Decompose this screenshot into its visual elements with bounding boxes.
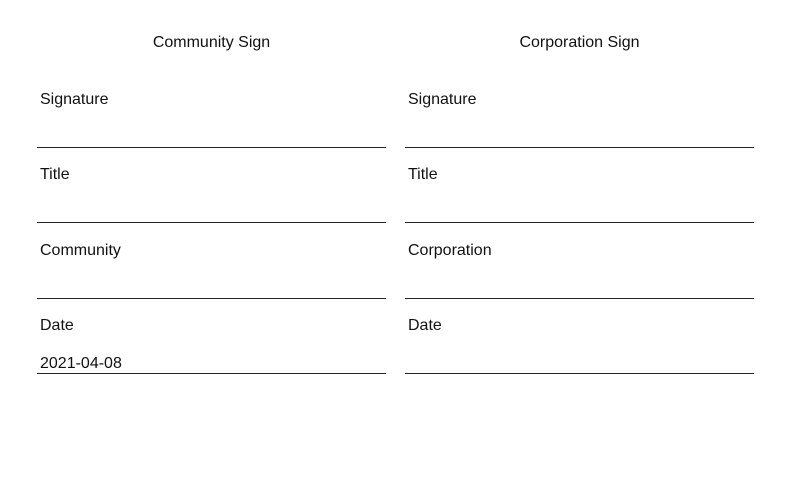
community-signature-label: Signature bbox=[40, 91, 109, 108]
corporation-sign-heading: Corporation Sign bbox=[519, 34, 640, 51]
corporation-title-field[interactable]: Title bbox=[405, 165, 754, 241]
corporation-signature-field[interactable]: Signature bbox=[405, 90, 754, 166]
corporation-name-field[interactable]: Corporation bbox=[405, 241, 754, 317]
corporation-date-field[interactable]: Date bbox=[405, 316, 754, 392]
corporation-date-label: Date bbox=[408, 317, 442, 334]
corporation-title-label: Title bbox=[408, 166, 438, 183]
corporation-title-line bbox=[405, 222, 754, 223]
community-date-line bbox=[37, 373, 386, 374]
community-signature-field[interactable]: Signature bbox=[37, 90, 386, 166]
community-name-label: Community bbox=[40, 242, 121, 259]
community-signature-line bbox=[37, 147, 386, 148]
community-title-label: Title bbox=[40, 166, 70, 183]
community-date-field[interactable]: Date 2021-04-08 bbox=[37, 316, 386, 392]
community-name-line bbox=[37, 298, 386, 299]
corporation-signature-label: Signature bbox=[408, 91, 477, 108]
community-title-field[interactable]: Title bbox=[37, 165, 386, 241]
corporation-name-line bbox=[405, 298, 754, 299]
community-date-label: Date bbox=[40, 317, 74, 334]
corporation-name-label: Corporation bbox=[408, 242, 492, 259]
corporation-date-line bbox=[405, 373, 754, 374]
community-title-line bbox=[37, 222, 386, 223]
community-sign-heading: Community Sign bbox=[152, 34, 271, 51]
corporation-signature-line bbox=[405, 147, 754, 148]
community-date-value[interactable]: 2021-04-08 bbox=[40, 354, 122, 373]
community-name-field[interactable]: Community bbox=[37, 241, 386, 317]
